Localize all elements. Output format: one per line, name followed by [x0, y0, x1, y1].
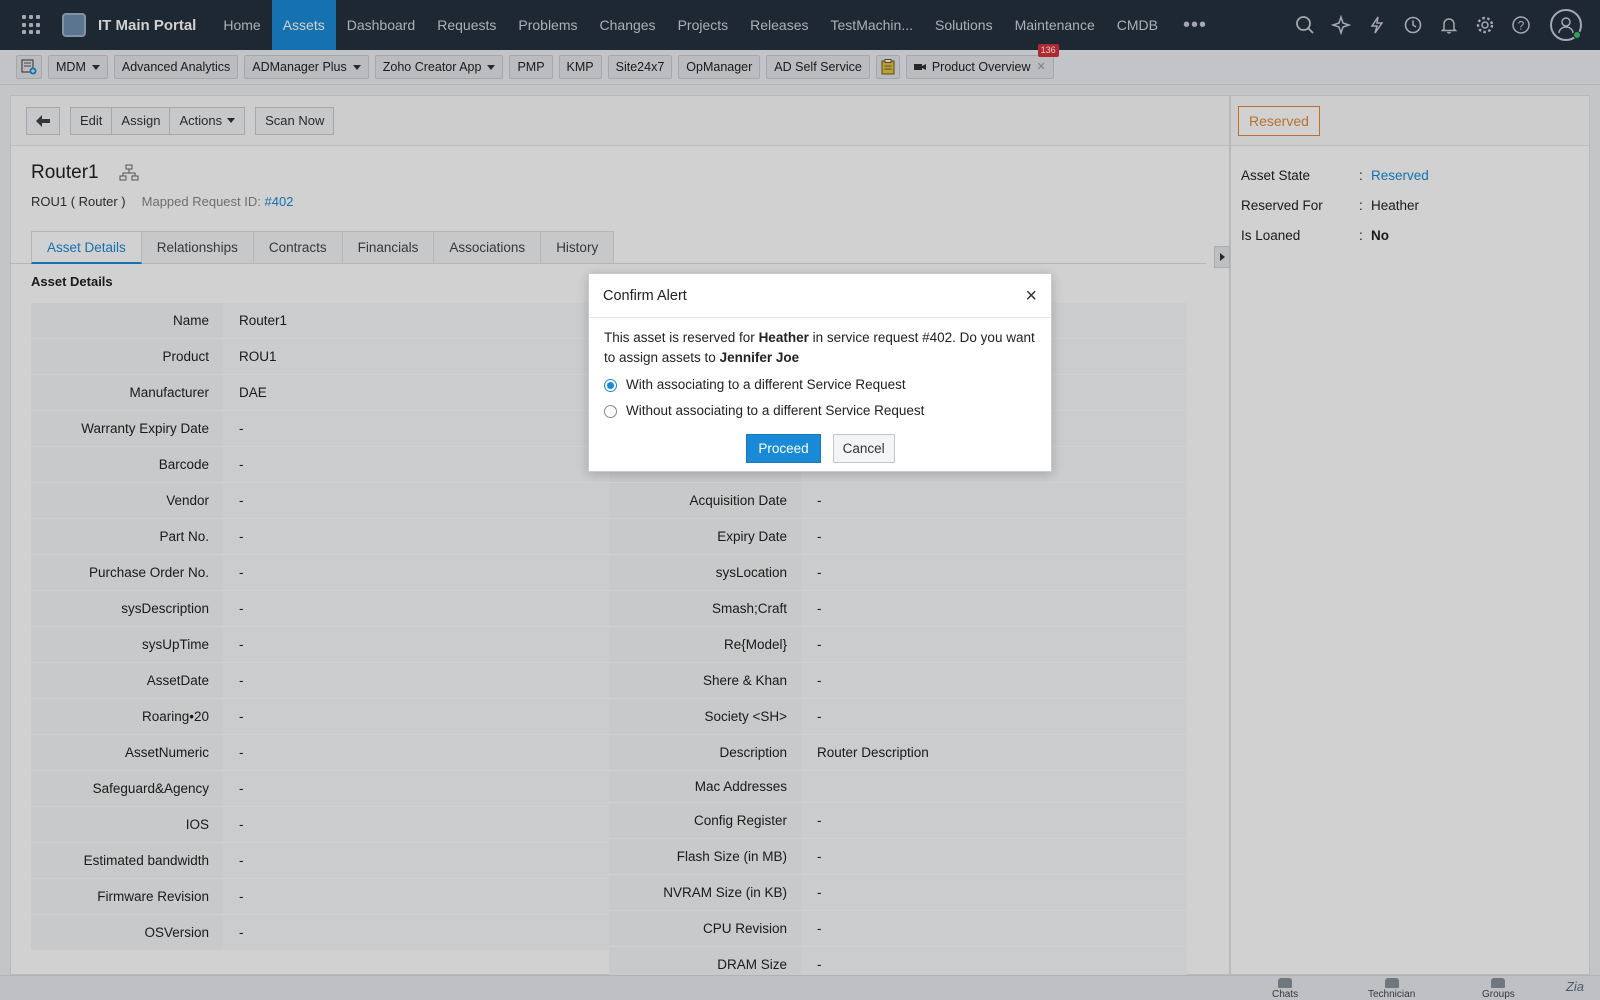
modal-overlay [0, 0, 1600, 1000]
close-icon[interactable]: × [1025, 286, 1037, 306]
message-part-1: This asset is reserved for [604, 330, 759, 345]
option-without-label: Without associating to a different Servi… [626, 403, 925, 418]
dialog-title: Confirm Alert [603, 287, 687, 304]
reserved-for-name: Heather [758, 330, 809, 345]
radio-with-association[interactable] [604, 378, 617, 392]
option-without-association[interactable]: Without associating to a different Servi… [604, 402, 1037, 420]
cancel-button[interactable]: Cancel [832, 434, 895, 463]
option-with-label: With associating to a different Service … [626, 377, 906, 392]
proceed-button[interactable]: Proceed [746, 434, 821, 463]
confirm-alert-dialog: Confirm Alert × This asset is reserved f… [588, 273, 1052, 472]
assignee-name: Jennifer Joe [719, 350, 800, 365]
dialog-actions: Proceed Cancel [604, 434, 1037, 463]
option-with-association[interactable]: With associating to a different Service … [604, 376, 1037, 394]
dialog-header: Confirm Alert × [589, 274, 1051, 318]
dialog-message: This asset is reserved for Heather in se… [604, 328, 1037, 368]
radio-without-association[interactable] [604, 404, 617, 418]
dialog-body: This asset is reserved for Heather in se… [589, 318, 1051, 463]
